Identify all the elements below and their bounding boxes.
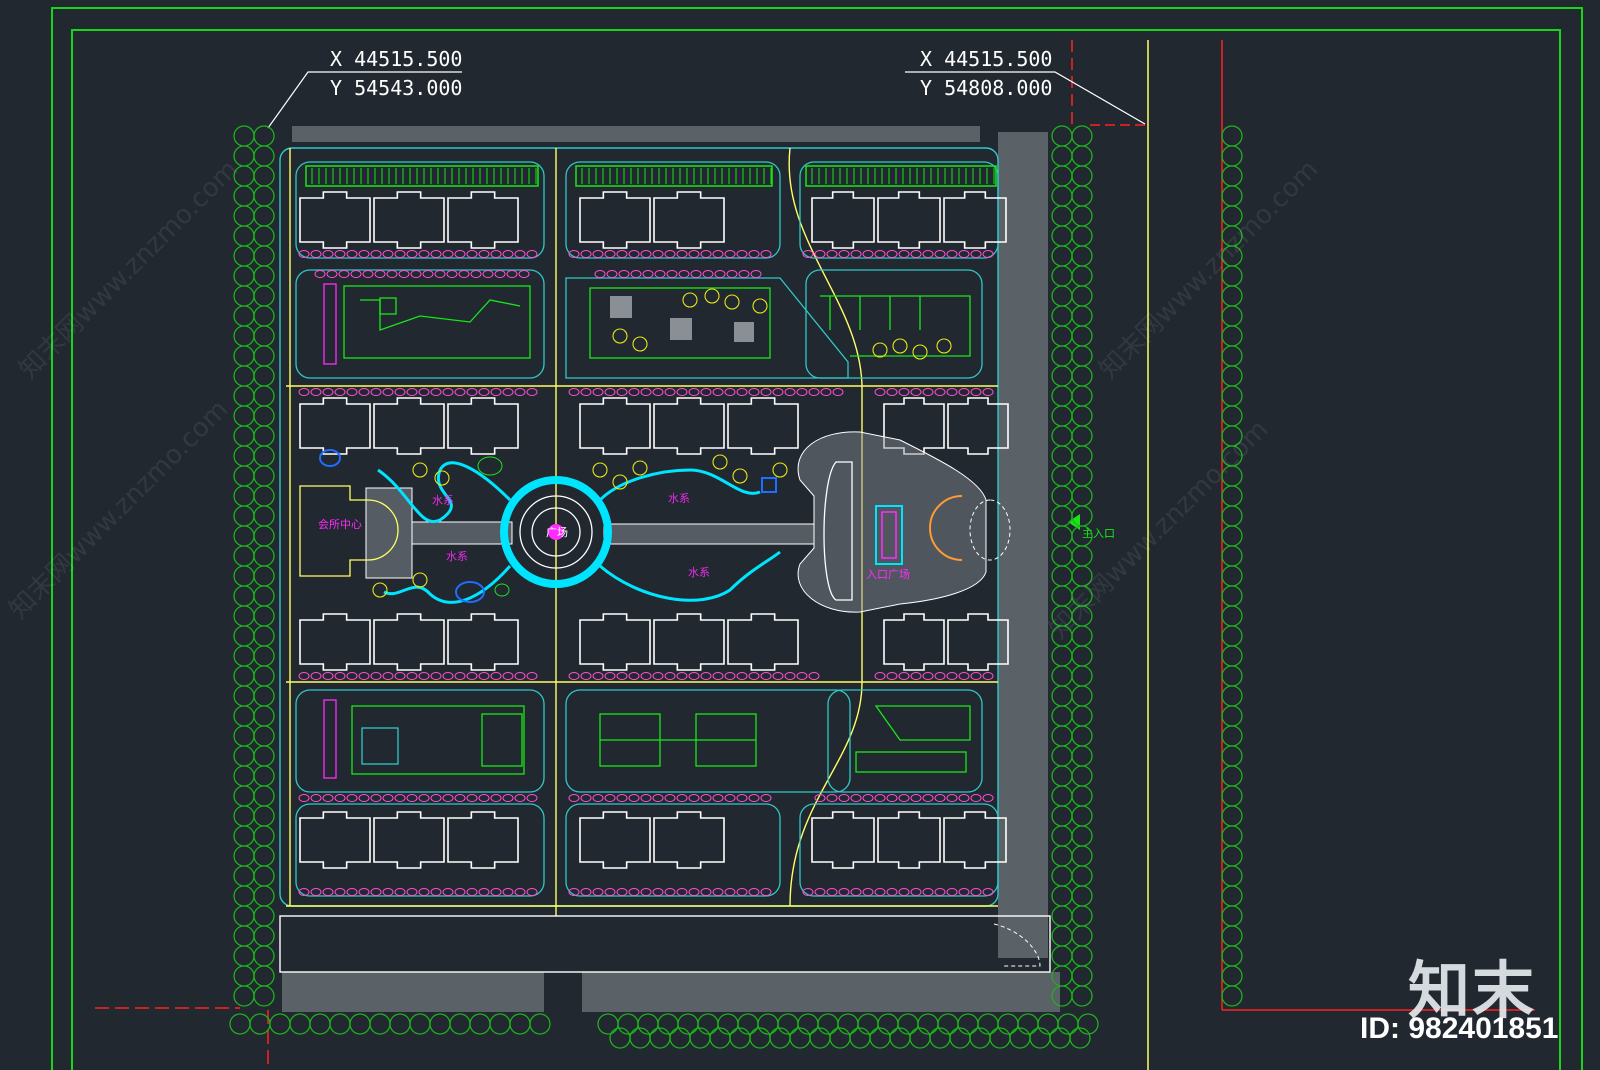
coord-right-x: X 44515.500 <box>920 47 1052 71</box>
label-center: 广场 <box>546 525 568 539</box>
label-water-1: 水系 <box>432 494 454 507</box>
label-club: 会所中心 <box>318 518 362 531</box>
label-square: 入口广场 <box>866 567 910 581</box>
label-entrance: 主入口 <box>1082 527 1115 540</box>
coord-left-x: X 44515.500 <box>330 47 462 71</box>
coord-left-y: Y 54543.000 <box>330 76 462 100</box>
label-water-2: 水系 <box>446 550 468 563</box>
image-id-label: ID: 982401851 <box>1360 1012 1559 1045</box>
site-plan-canvas: X 44515.500 Y 54543.000 X 44515.500 Y 54… <box>0 0 1600 1070</box>
label-water-3: 水系 <box>668 492 690 505</box>
label-water-4: 水系 <box>688 566 710 579</box>
coord-right-y: Y 54808.000 <box>920 76 1052 100</box>
